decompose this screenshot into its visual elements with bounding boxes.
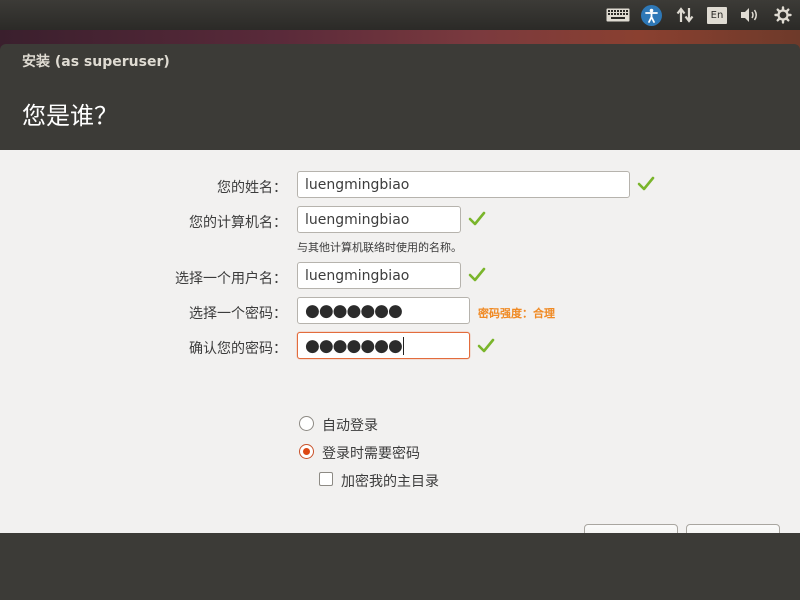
installer-window: 安装 (as superuser) 您是谁？ 您的姓名： luengmingbi… (0, 44, 800, 600)
volume-icon[interactable] (738, 0, 762, 30)
name-valid-check-icon (637, 176, 655, 191)
password-input[interactable]: ●●●●●●● (297, 297, 470, 324)
text-caret (402, 336, 404, 355)
window-titlebar: 安装 (as superuser) 您是谁？ (0, 44, 800, 150)
form-area: 您的姓名： luengmingbiao 您的计算机名： luengmingbia… (0, 150, 800, 557)
gear-icon[interactable] (772, 0, 794, 30)
username-input[interactable]: luengmingbiao (297, 262, 461, 289)
network-updown-icon[interactable] (675, 0, 695, 30)
name-input-value: luengmingbiao (305, 176, 410, 193)
keyboard-icon[interactable] (604, 0, 632, 30)
encrypt-home-label[interactable]: 加密我的主目录 (341, 471, 439, 491)
confirm-password-dots: ●●●●●●● (305, 335, 403, 356)
password-strength: 密码强度：合理 (478, 307, 555, 320)
computer-name-value: luengmingbiao (305, 211, 410, 228)
progress-footer (0, 533, 800, 600)
accessibility-icon[interactable] (640, 0, 662, 30)
confirm-valid-check-icon (477, 338, 495, 353)
language-indicator[interactable]: En (706, 0, 728, 30)
page-heading: 您是谁？ (22, 102, 118, 130)
window-title: 安装 (as superuser) (22, 54, 170, 70)
computer-name-hint: 与其他计算机联络时使用的名称。 (297, 241, 462, 254)
username-value: luengmingbiao (305, 267, 410, 284)
computer-name-valid-check-icon (468, 211, 486, 226)
computer-name-input[interactable]: luengmingbiao (297, 206, 461, 233)
top-panel: En (0, 0, 800, 30)
password-label: 选择一个密码： (189, 306, 287, 322)
username-valid-check-icon (468, 267, 486, 282)
name-label: 您的姓名： (217, 180, 287, 196)
auto-login-radio[interactable] (299, 416, 314, 431)
computer-name-label: 您的计算机名： (189, 215, 287, 231)
require-password-label[interactable]: 登录时需要密码 (322, 443, 420, 463)
username-label: 选择一个用户名： (175, 271, 287, 287)
auto-login-label[interactable]: 自动登录 (322, 415, 378, 435)
confirm-password-input[interactable]: ●●●●●●● (297, 332, 470, 359)
name-input[interactable]: luengmingbiao (297, 171, 630, 198)
require-password-radio[interactable] (299, 444, 314, 459)
encrypt-home-checkbox[interactable] (319, 472, 333, 486)
confirm-password-label: 确认您的密码： (189, 341, 287, 357)
language-label: En (707, 6, 727, 24)
password-dots: ●●●●●●● (305, 300, 403, 321)
